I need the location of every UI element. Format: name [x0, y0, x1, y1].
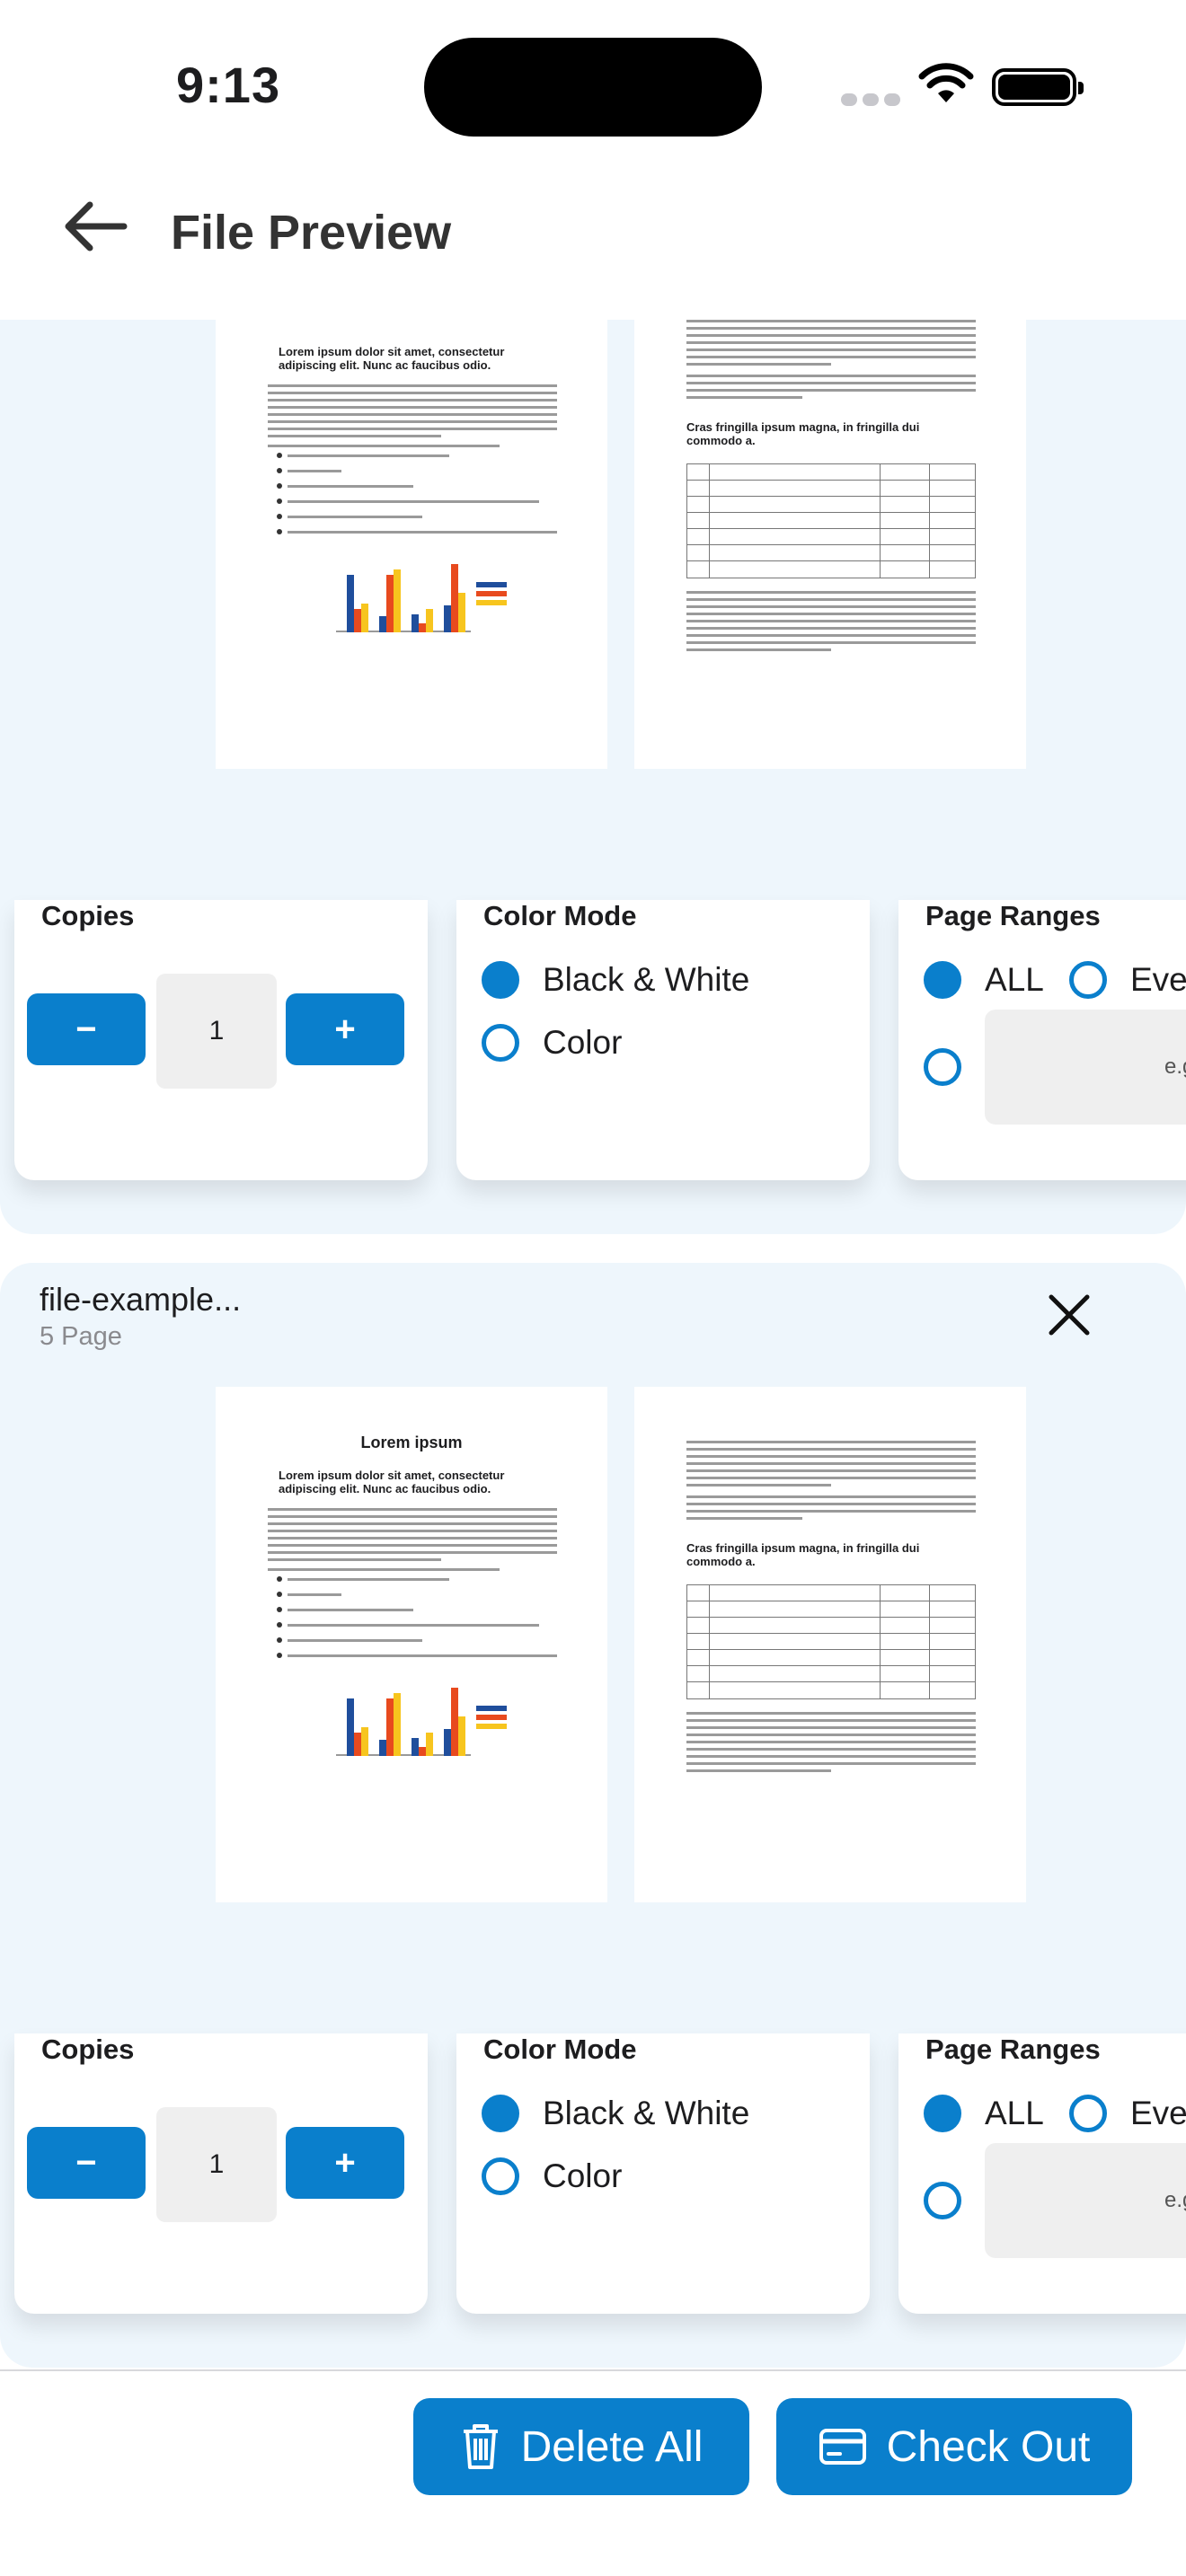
page-ranges-label: Page Ranges: [925, 2033, 1101, 2065]
page-ranges-label: Page Ranges: [925, 900, 1101, 931]
battery-icon: [992, 68, 1084, 106]
radio-unselected-icon[interactable]: [482, 2157, 519, 2195]
mini-chart-thumbnail: [336, 1670, 507, 1769]
page-heading: Lorem ipsum dolor sit amet, consectetur …: [279, 1469, 505, 1495]
signal-icon: [841, 93, 906, 110]
radio-selected-icon[interactable]: [924, 961, 961, 999]
radio-label: Black & White: [543, 961, 750, 998]
copies-value[interactable]: 1: [156, 974, 277, 1089]
copies-label: Copies: [41, 900, 135, 931]
status-time: 9:13: [176, 57, 281, 113]
check-out-button[interactable]: Check Out: [776, 2398, 1132, 2495]
color-mode-label: Color Mode: [483, 2033, 637, 2065]
decrement-button[interactable]: −: [27, 993, 146, 1065]
app-header: File Preview: [0, 171, 1186, 320]
radio-selected-icon[interactable]: [482, 2095, 519, 2132]
radio-unselected-icon[interactable]: [924, 2182, 961, 2219]
credit-card-icon: [819, 2429, 866, 2465]
document-page-thumbnail: Cras fringilla ipsum magna, in fringilla…: [634, 1387, 1026, 1902]
radio-black-white[interactable]: Black & White: [482, 961, 749, 999]
increment-button[interactable]: +: [286, 2127, 404, 2199]
radio-all[interactable]: ALL: [924, 2095, 1044, 2132]
radio-selected-icon[interactable]: [924, 2095, 961, 2132]
check-out-label: Check Out: [886, 2422, 1091, 2471]
color-mode-panel: Color Mode Black & White Color: [456, 900, 870, 1180]
document-page-thumbnail: Lorem ipsum Lorem ipsum dolor sit amet, …: [216, 1387, 607, 1902]
file-page-count: 5 Page: [40, 1322, 122, 1351]
page-heading: Cras fringilla ipsum magna, in fringilla…: [686, 1541, 920, 1568]
radio-custom[interactable]: [924, 1048, 961, 1086]
arrow-left-icon[interactable]: [58, 189, 133, 264]
document-page-thumbnail: Lorem ipsum dolor sit amet, consectetur …: [216, 320, 607, 769]
radio-even[interactable]: Eve: [1069, 961, 1186, 999]
radio-even[interactable]: Eve: [1069, 2095, 1186, 2132]
page-title-text: Lorem ipsum: [360, 1434, 463, 1451]
page-ranges-panel: Page Ranges ALL Eve e.g.: [898, 900, 1186, 1180]
color-mode-label: Color Mode: [483, 900, 637, 931]
radio-label: Color: [543, 2157, 623, 2194]
radio-label: Black & White: [543, 2095, 750, 2131]
copies-panel: Copies − 1 +: [14, 2033, 428, 2314]
radio-unselected-icon[interactable]: [924, 1048, 961, 1086]
radio-unselected-icon[interactable]: [1069, 2095, 1107, 2132]
radio-unselected-icon[interactable]: [482, 1024, 519, 1062]
color-mode-panel: Color Mode Black & White Color: [456, 2033, 870, 2314]
bottom-action-bar: Delete All Check Out: [0, 2369, 1186, 2576]
table-thumbnail: [686, 463, 976, 578]
file-card-header: file-example... 5 Page: [40, 1281, 241, 1352]
radio-black-white[interactable]: Black & White: [482, 2095, 749, 2132]
table-thumbnail: [686, 1584, 976, 1699]
delete-all-button[interactable]: Delete All: [413, 2398, 749, 2495]
page-range-input[interactable]: e.g.: [985, 1010, 1186, 1125]
radio-all[interactable]: ALL: [924, 961, 1044, 999]
dynamic-island: [424, 38, 762, 137]
file-name: file-example...: [40, 1281, 242, 1318]
page-heading: Lorem ipsum dolor sit amet, consectetur …: [279, 345, 505, 372]
radio-label: Eve: [1130, 961, 1186, 998]
page-ranges-panel: Page Ranges ALL Eve e.g.: [898, 2033, 1186, 2314]
trash-icon: [463, 2424, 498, 2469]
radio-unselected-icon[interactable]: [1069, 961, 1107, 999]
file-card: file-example... 5 Page Lorem ipsum Lorem…: [0, 1263, 1186, 2368]
radio-label: ALL: [985, 2095, 1044, 2131]
page-title: File Preview: [171, 206, 452, 260]
delete-all-label: Delete All: [520, 2422, 704, 2471]
radio-color[interactable]: Color: [482, 1024, 622, 1062]
radio-selected-icon[interactable]: [482, 961, 519, 999]
copies-value[interactable]: 1: [156, 2107, 277, 2222]
radio-label: Eve: [1130, 2095, 1186, 2131]
page-heading: Cras fringilla ipsum magna, in fringilla…: [686, 420, 920, 447]
decrement-button[interactable]: −: [27, 2127, 146, 2199]
wifi-icon: [918, 63, 974, 102]
increment-button[interactable]: +: [286, 993, 404, 1065]
radio-label: Color: [543, 1024, 623, 1061]
mini-chart-thumbnail: [336, 546, 507, 645]
radio-custom[interactable]: [924, 2182, 961, 2219]
status-bar: 9:13: [0, 0, 1186, 171]
file-card: Lorem ipsum dolor sit amet, consectetur …: [0, 320, 1186, 1234]
radio-color[interactable]: Color: [482, 2157, 622, 2195]
close-icon[interactable]: [1042, 1288, 1096, 1342]
copies-label: Copies: [41, 2033, 135, 2065]
document-page-thumbnail: Cras fringilla ipsum magna, in fringilla…: [634, 320, 1026, 769]
page-range-input[interactable]: e.g.: [985, 2143, 1186, 2258]
copies-panel: Copies − 1 +: [14, 900, 428, 1180]
radio-label: ALL: [985, 961, 1044, 998]
